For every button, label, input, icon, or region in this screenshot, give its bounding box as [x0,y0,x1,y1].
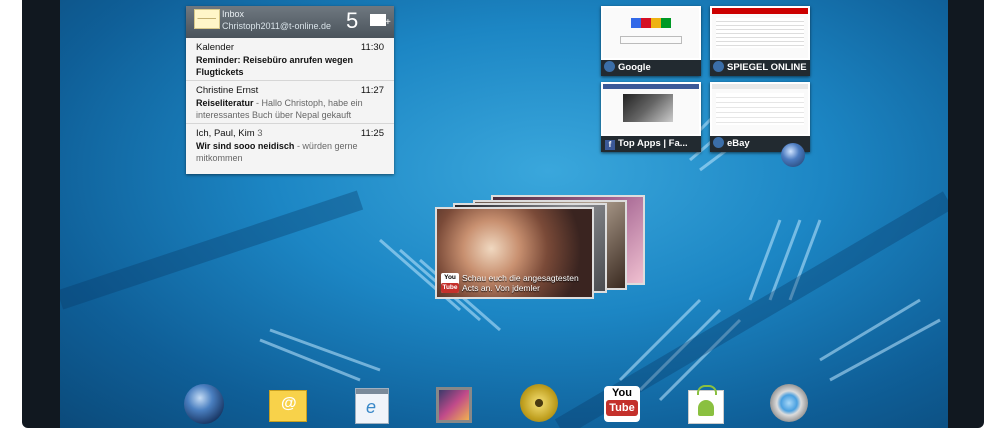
email-widget-header[interactable]: Inbox Christoph2011@t-online.de 5 [186,6,394,38]
youtube-tube: Tube [606,400,638,416]
email-sender: Ich, Paul, Kim 3 [196,128,384,140]
caption-line: Schau euch die angesagtesten [462,273,579,283]
email-list-item[interactable]: Kalender 11:30 Reminder: Reisebüro anruf… [186,38,394,81]
bookmark-title: Google [618,62,651,73]
facebook-icon: f [605,140,615,150]
logo-tube: Tube [441,283,459,293]
browser-globe-icon[interactable] [184,384,224,424]
unread-count: 5 [346,8,359,33]
video-caption: Schau euch die angesagtesten Acts an. Vo… [462,273,592,293]
youtube-logo-icon: You Tube [441,273,459,293]
notes-icon[interactable] [355,388,389,424]
bookmark-thumbnail [603,84,699,134]
home-screen: Inbox Christoph2011@t-online.de 5 Kalend… [60,0,948,428]
bookmark-thumbnail [712,8,808,58]
email-time: 11:25 [360,128,384,139]
email-widget[interactable]: Inbox Christoph2011@t-online.de 5 Kalend… [186,6,394,174]
inbox-title: Inbox [222,9,245,19]
youtube-widget[interactable]: You Tube Schau euch die angesagtesten Act… [435,195,645,305]
email-sender: Kalender [196,42,235,53]
app-dock: YouTube [60,382,948,428]
email-sender: Christine Ernst [196,85,259,96]
email-time: 11:30 [360,42,384,53]
globe-icon [604,61,615,72]
bookmark-thumbnail [712,84,808,134]
gallery-icon[interactable] [436,387,472,423]
video-card-featured[interactable]: You Tube Schau euch die angesagtesten Act… [435,207,594,299]
bookmarks-globe-icon[interactable] [781,143,805,167]
bookmark-title: eBay [727,138,750,149]
bookmark-thumbnail [603,8,699,58]
bookmark-google[interactable]: Google [601,6,701,76]
email-list-item[interactable]: Christine Ernst 11:27 Reiseliteratur - H… [186,81,394,124]
bookmark-label: f Top Apps | Fa... [601,136,701,152]
email-time: 11:27 [360,85,384,96]
bookmark-spiegel[interactable]: SPIEGEL ONLINE [710,6,810,76]
music-icon[interactable] [520,384,558,422]
email-list-item[interactable]: Ich, Paul, Kim 3 11:25 Wir sind sooo nei… [186,124,394,166]
caption-line: Acts an. Von jdemler [462,283,540,293]
envelope-icon [194,9,220,29]
bookmark-title: Top Apps | Fa... [618,138,688,149]
email-icon[interactable] [269,390,307,422]
compose-icon[interactable] [370,14,391,28]
youtube-you: You [612,387,632,399]
globe-icon [713,61,724,72]
email-subject: Reminder: Reisebüro anrufen wegen Flugti… [196,55,354,77]
bookmark-top-apps[interactable]: f Top Apps | Fa... [601,82,701,152]
camera-icon[interactable] [770,384,808,422]
email-subject: Reiseliteratur [196,98,254,108]
email-sender-names: Ich, Paul, Kim [196,128,255,139]
account-address: Christoph2011@t-online.de [222,21,332,31]
thread-count: 3 [257,128,263,139]
bookmark-label: SPIEGEL ONLINE [710,60,810,76]
youtube-icon[interactable]: You Tube [604,386,640,422]
bookmark-ebay[interactable]: eBay [710,82,810,152]
market-icon[interactable] [688,385,724,424]
bookmark-label: Google [601,60,701,76]
logo-you: You [444,274,456,281]
email-subject: Wir sind sooo neidisch [196,141,295,151]
bookmark-title: SPIEGEL ONLINE [727,62,807,73]
globe-icon [713,137,724,148]
